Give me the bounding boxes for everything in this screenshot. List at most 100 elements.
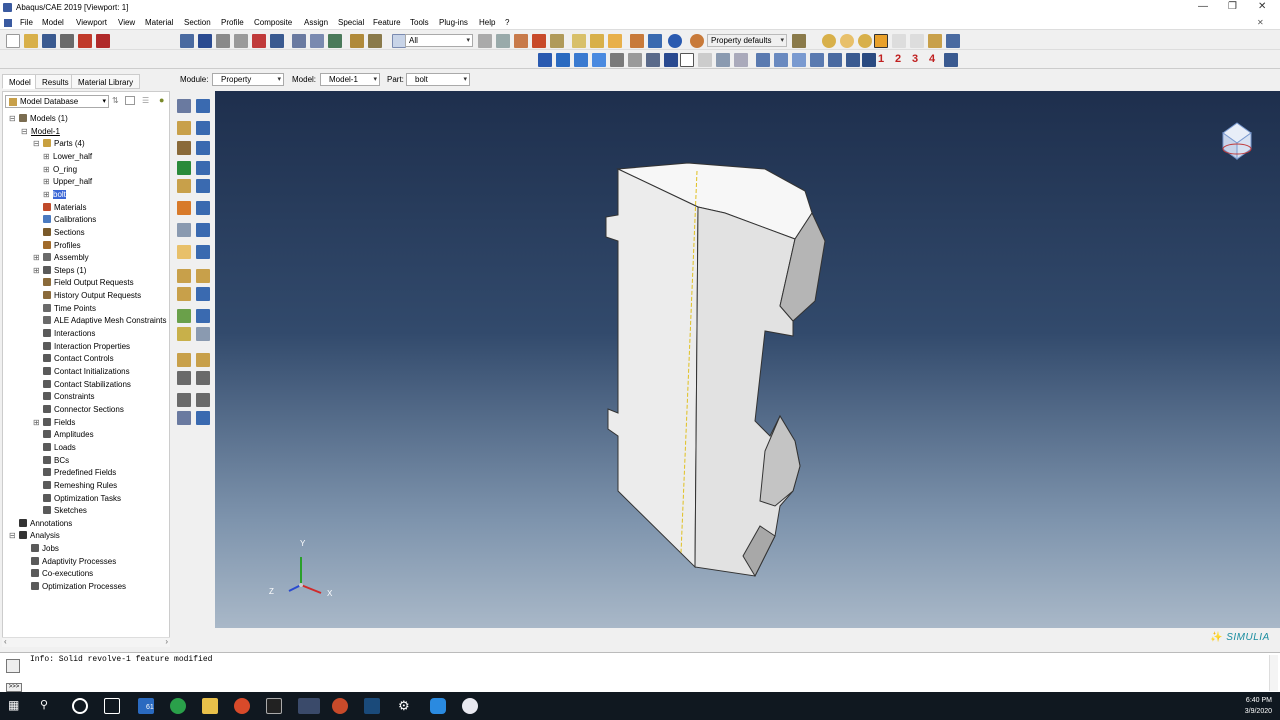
menu-special[interactable]: Special <box>338 18 364 27</box>
add-icon[interactable] <box>608 34 622 48</box>
tree-node-models-1-[interactable]: ⊟ Models (1) <box>9 114 68 123</box>
table-icon[interactable] <box>648 34 662 48</box>
grid-icon[interactable] <box>716 53 730 67</box>
tree-node-sections[interactable]: Sections <box>43 227 85 237</box>
toolbox-tool-icon[interactable] <box>177 309 191 323</box>
toolbox-tool-icon[interactable] <box>177 245 191 259</box>
side-view-icon[interactable] <box>592 53 606 67</box>
toolbox-tool-icon[interactable] <box>177 287 191 301</box>
top-view-icon[interactable] <box>574 53 588 67</box>
windows-start-icon[interactable]: ▦ <box>8 698 24 714</box>
light-icon[interactable] <box>822 34 836 48</box>
toolbox-tool-icon[interactable] <box>196 121 210 135</box>
query-icon[interactable] <box>350 34 364 48</box>
toolbox-tool-icon[interactable] <box>177 393 191 407</box>
info-icon[interactable] <box>668 34 682 48</box>
tree-node-optimization-tasks[interactable]: Optimization Tasks <box>43 493 121 503</box>
menu-viewport[interactable]: Viewport <box>76 18 107 27</box>
toolbox-tool-icon[interactable] <box>177 371 191 385</box>
tree-selector[interactable]: Model Database ▾ <box>5 95 109 108</box>
menu-close-icon[interactable]: ✕ <box>1257 18 1264 27</box>
text-annotation-icon[interactable] <box>680 53 694 67</box>
toolbox-tool-icon[interactable] <box>177 269 191 283</box>
redo-icon[interactable] <box>910 34 924 48</box>
toolbox-tool-icon[interactable] <box>177 353 191 367</box>
perspective-icon[interactable] <box>628 53 642 67</box>
chrome-icon[interactable] <box>234 698 250 714</box>
bulb-icon[interactable] <box>840 34 854 48</box>
abaqus-taskbar-icon[interactable] <box>298 698 320 714</box>
rotate-icon[interactable] <box>198 34 212 48</box>
select-options-icon[interactable] <box>478 34 492 48</box>
part-select[interactable]: bolt ▾ <box>406 73 470 86</box>
tree-node-annotations[interactable]: Annotations <box>19 518 72 528</box>
undo-icon[interactable] <box>892 34 906 48</box>
tree-node-history-output-requests[interactable]: History Output Requests <box>43 291 141 300</box>
wireframe-icon[interactable] <box>292 34 306 48</box>
pointer-icon[interactable] <box>698 53 712 67</box>
tree-node-calibrations[interactable]: Calibrations <box>43 215 96 224</box>
expand-node-icon[interactable]: ⊞ <box>33 253 40 262</box>
menu-feature[interactable]: Feature <box>373 18 401 27</box>
model-select[interactable]: Model-1 ▾ <box>320 73 380 86</box>
select-from-list-icon[interactable] <box>496 34 510 48</box>
toolbox-tool-icon[interactable] <box>196 201 210 215</box>
command-line-icon[interactable]: >>> <box>6 683 22 692</box>
toolbox-tool-icon[interactable] <box>177 411 191 425</box>
minimize-icon[interactable]: — <box>1198 1 1208 12</box>
cycle-view-icon[interactable] <box>270 34 284 48</box>
tree-node-co-executions[interactable]: Co-executions <box>31 569 93 578</box>
tree-node-upper-half[interactable]: ⊞ Upper_half <box>43 177 92 186</box>
toolbox-tool-icon[interactable] <box>177 141 191 155</box>
menu-composite[interactable]: Composite <box>254 18 292 27</box>
collapse-icon[interactable] <box>125 96 135 105</box>
save-icon[interactable] <box>42 34 56 48</box>
message-icon[interactable] <box>6 659 20 673</box>
layout-icon[interactable] <box>946 34 960 48</box>
tree-node-bolt[interactable]: ⊞ bolt <box>43 189 66 199</box>
menu-material[interactable]: Material <box>145 18 173 27</box>
tree-node-profiles[interactable]: Profiles <box>43 240 81 250</box>
toolbox-tool-icon[interactable] <box>196 353 210 367</box>
datum-point-icon[interactable] <box>774 53 788 67</box>
box-zoom-icon[interactable] <box>234 34 248 48</box>
menu-help[interactable]: Help <box>479 18 495 27</box>
tree-node-bcs[interactable]: BCs <box>43 455 69 465</box>
menu-tools[interactable]: Tools <box>410 18 429 27</box>
menu-assign[interactable]: Assign <box>304 18 328 27</box>
tree-node-time-points[interactable]: Time Points <box>43 303 96 313</box>
render-style-select[interactable]: Property defaults ▾ <box>707 34 787 47</box>
toolbox-tool-icon[interactable] <box>196 245 210 259</box>
hidden-line-icon[interactable] <box>310 34 324 48</box>
toolbox-tool-icon[interactable] <box>196 179 210 193</box>
toolbox-tool-icon[interactable] <box>177 179 191 193</box>
tree-node-amplitudes[interactable]: Amplitudes <box>43 430 94 439</box>
menu-whats-this[interactable]: ? <box>505 18 509 27</box>
tree-node-ale-adaptive-mesh-constraints[interactable]: ALE Adaptive Mesh Constraints <box>43 316 167 325</box>
selection-filter-select[interactable]: All ▾ <box>405 34 473 47</box>
menu-profile[interactable]: Profile <box>221 18 244 27</box>
view-manager-icon[interactable] <box>792 34 806 48</box>
tree-node-parts-4-[interactable]: ⊟ Parts (4) <box>33 139 85 148</box>
export-icon[interactable] <box>96 34 110 48</box>
auto-fit-icon[interactable] <box>252 34 266 48</box>
restore-icon[interactable]: ❐ <box>1228 1 1237 12</box>
tree-node-interaction-properties[interactable]: Interaction Properties <box>43 341 130 351</box>
tree-node-optimization-processes[interactable]: Optimization Processes <box>31 582 126 591</box>
collapse-node-icon[interactable]: ⊟ <box>9 531 16 540</box>
scroll-right-icon[interactable]: › <box>165 637 168 646</box>
toolbox-tool-icon[interactable] <box>196 393 210 407</box>
expand-node-icon[interactable]: ⊞ <box>43 165 50 174</box>
menu-model[interactable]: Model <box>42 18 64 27</box>
tree-node-steps-1-[interactable]: ⊞ Steps (1) <box>33 265 86 275</box>
toolbox-tool-icon[interactable] <box>196 287 210 301</box>
highlight-icon[interactable] <box>874 34 888 48</box>
viewport[interactable]: Y X Z <box>215 91 1280 628</box>
terminal-icon[interactable] <box>266 698 282 714</box>
select-cursor-icon[interactable] <box>392 34 406 48</box>
file-explorer-icon[interactable] <box>202 698 218 714</box>
view-4-button[interactable]: 4 <box>929 53 935 65</box>
scroll-left-icon[interactable]: ‹ <box>4 637 7 646</box>
tree-node-fields[interactable]: ⊞ Fields <box>33 417 75 427</box>
close-icon[interactable]: ✕ <box>1258 1 1266 12</box>
